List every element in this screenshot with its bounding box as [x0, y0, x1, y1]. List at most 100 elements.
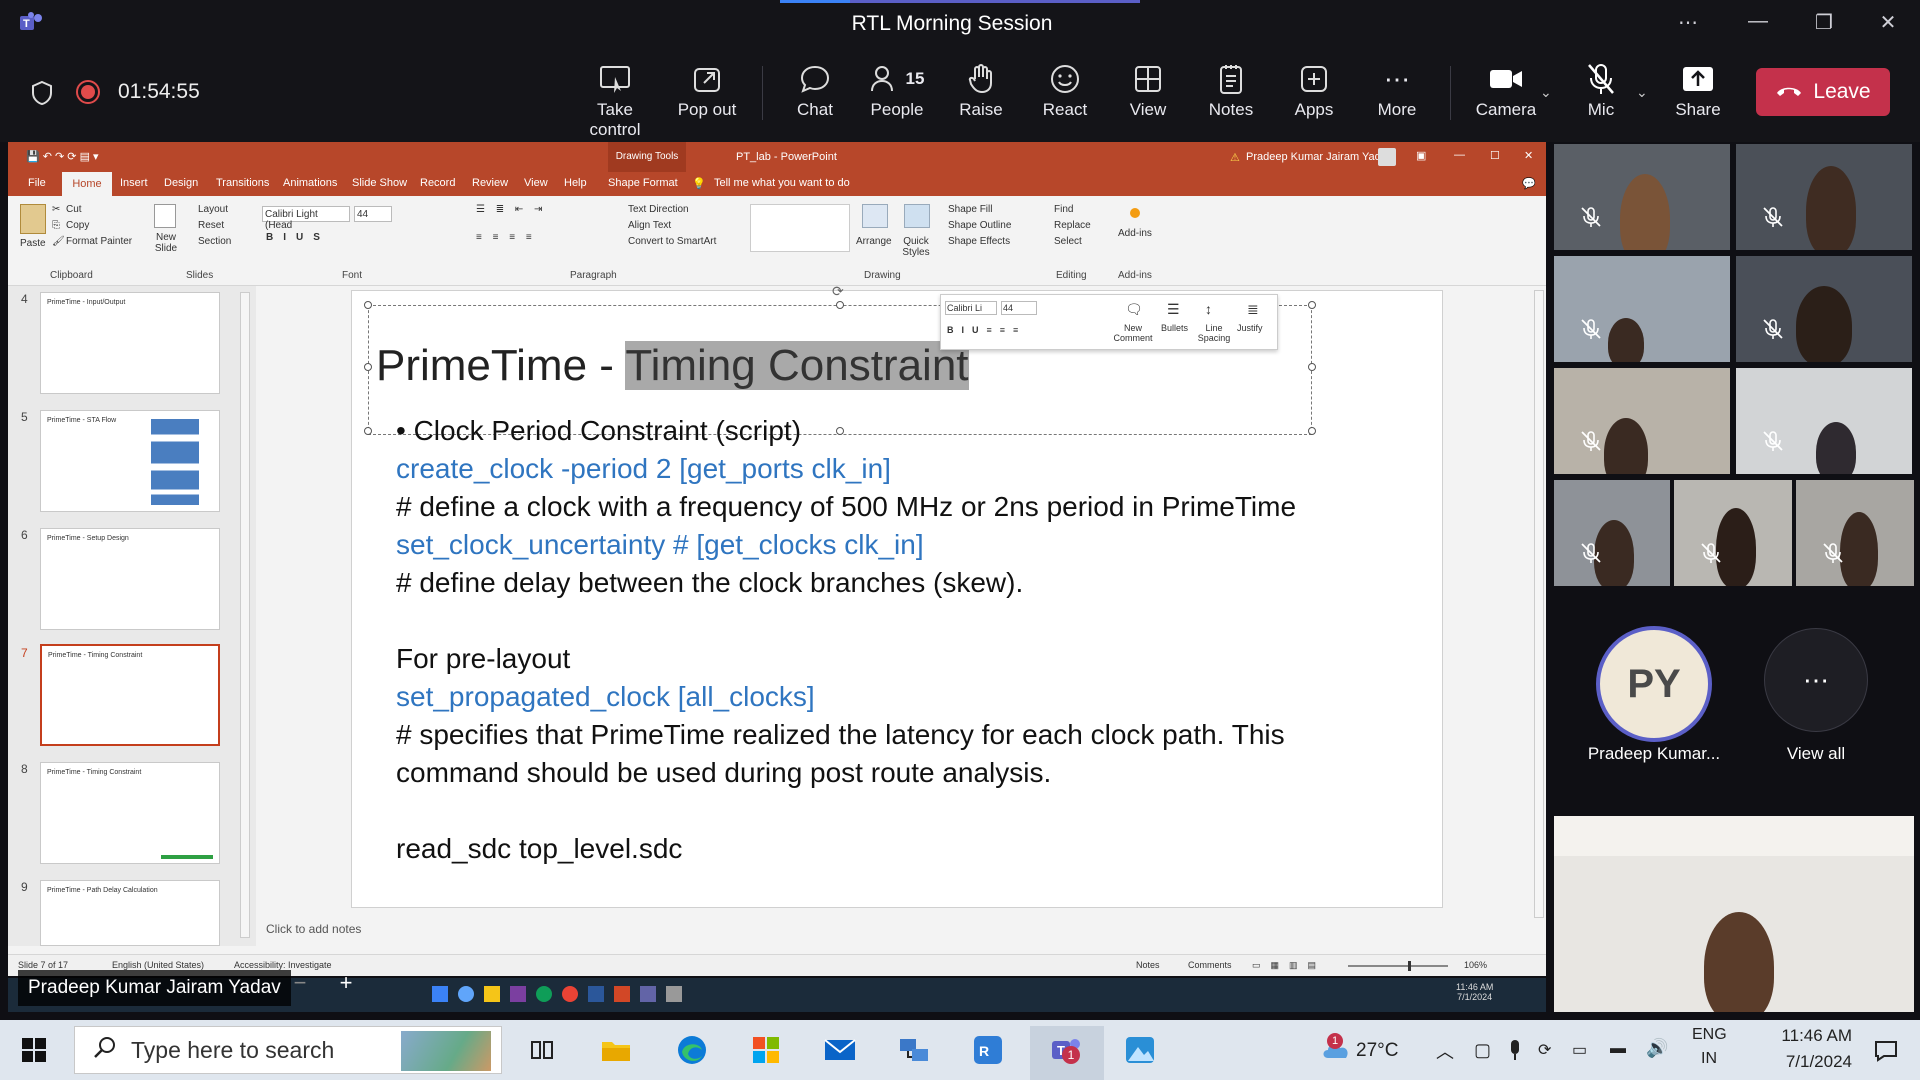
tab-transitions[interactable]: Transitions — [216, 177, 269, 189]
more-button[interactable]: ⋯ More — [1352, 58, 1442, 134]
tab-animations[interactable]: Animations — [283, 177, 337, 189]
tab-view[interactable]: View — [524, 177, 548, 189]
resize-handle[interactable] — [1308, 427, 1316, 435]
shape-fill-button[interactable]: Shape Fill — [948, 204, 992, 215]
new-comment-button[interactable]: New Comment — [1113, 323, 1153, 343]
tab-help[interactable]: Help — [564, 177, 587, 189]
section-button[interactable]: Section — [198, 236, 231, 247]
reset-button[interactable]: Reset — [198, 220, 224, 231]
participant-video-tile[interactable] — [1554, 144, 1730, 250]
paste-icon[interactable] — [20, 204, 46, 234]
format-painter-button[interactable]: Format Painter — [66, 236, 132, 247]
align-buttons[interactable]: ≡ ≡ ≡ ≡ — [476, 232, 536, 243]
leave-button[interactable]: Leave — [1756, 68, 1890, 116]
camera-options-chevron-icon[interactable]: ⌄ — [1540, 84, 1552, 101]
ppt-quick-access-icon[interactable]: 💾 ↶ ↷ ⟳ ▤ ▾ — [26, 150, 99, 163]
paste-button[interactable]: Paste — [20, 238, 46, 249]
take-control-button[interactable]: Take control — [570, 58, 660, 139]
more-options-icon[interactable]: ⋯ — [1676, 10, 1700, 35]
tray-app-icon[interactable]: ▢ — [1474, 1040, 1491, 1061]
presenter-avatar[interactable]: PY — [1596, 626, 1712, 742]
add-ins-icon[interactable] — [1130, 208, 1140, 218]
add-ins-button[interactable]: Add-ins — [1118, 228, 1152, 239]
tab-slide-show[interactable]: Slide Show — [352, 177, 407, 189]
share-button[interactable]: Share — [1653, 58, 1743, 134]
shape-outline-button[interactable]: Shape Outline — [948, 220, 1011, 231]
quick-styles-button[interactable]: Quick Styles — [896, 236, 936, 258]
participant-video-tile[interactable] — [1736, 368, 1912, 474]
battery-icon[interactable]: ▬ — [1610, 1040, 1626, 1058]
comments-toggle[interactable]: Comments — [1188, 960, 1232, 970]
zoom-in-icon[interactable]: + — [328, 970, 364, 1006]
notes-placeholder[interactable]: Click to add notes — [266, 922, 361, 936]
arrange-button[interactable]: Arrange — [856, 236, 892, 247]
tab-insert[interactable]: Insert — [120, 177, 148, 189]
resize-handle[interactable] — [364, 427, 372, 435]
slide-thumbnail[interactable]: PrimeTime - Input/Output — [40, 292, 220, 394]
photos-icon[interactable] — [1118, 1030, 1162, 1070]
notifications-icon[interactable] — [1874, 1040, 1898, 1067]
input-language[interactable]: ENG IN — [1692, 1026, 1727, 1068]
restore-icon[interactable]: ❐ — [1812, 10, 1836, 35]
resize-handle[interactable] — [1308, 363, 1316, 371]
arrange-icon[interactable] — [862, 204, 888, 228]
zoom-out-icon[interactable]: − — [282, 970, 318, 1006]
slide-thumbnail[interactable]: PrimeTime - Setup Design — [40, 528, 220, 630]
microsoft-store-icon[interactable] — [744, 1030, 788, 1070]
shape-effects-button[interactable]: Shape Effects — [948, 236, 1010, 247]
taskbar-clock[interactable]: 11:46 AM 7/1/2024 — [1748, 1026, 1852, 1072]
participant-video-tile[interactable] — [1736, 256, 1912, 362]
zoom-slider[interactable] — [1348, 961, 1448, 971]
react-button[interactable]: React — [1020, 58, 1110, 134]
ppt-minimize-icon[interactable]: — — [1454, 149, 1465, 161]
pop-out-button[interactable]: Pop out — [662, 58, 752, 134]
participant-video-tile[interactable] — [1736, 144, 1912, 250]
tab-design[interactable]: Design — [164, 177, 198, 189]
mini-font-select[interactable]: Calibri Li — [945, 301, 997, 315]
slide-thumbnail[interactable]: PrimeTime - STA Flow — [40, 410, 220, 512]
shapes-gallery[interactable] — [750, 204, 850, 252]
text-direction-button[interactable]: Text Direction — [628, 204, 689, 215]
tell-me-search[interactable]: Tell me what you want to do — [714, 177, 850, 189]
resize-handle[interactable] — [1308, 301, 1316, 309]
align-text-button[interactable]: Align Text — [628, 220, 671, 231]
view-all-button[interactable]: ⋯ — [1764, 628, 1868, 732]
remote-app-icon[interactable]: R — [966, 1030, 1010, 1070]
resize-handle[interactable] — [836, 427, 844, 435]
accessibility-status[interactable]: Accessibility: Investigate — [234, 960, 332, 970]
new-slide-button[interactable]: New Slide — [146, 232, 186, 254]
participant-video-tile[interactable] — [1554, 480, 1670, 586]
convert-smartart-button[interactable]: Convert to SmartArt — [628, 236, 716, 247]
mic-button[interactable]: Mic — [1556, 58, 1646, 134]
minimize-icon[interactable]: — — [1746, 10, 1770, 33]
layout-button[interactable]: Layout — [198, 204, 228, 215]
task-view-icon[interactable] — [520, 1030, 564, 1070]
replace-button[interactable]: Replace — [1054, 220, 1091, 231]
slide-thumbnail-selected[interactable]: PrimeTime - Timing Constraint — [40, 644, 220, 746]
people-button[interactable]: 15 People — [852, 58, 942, 134]
tray-display-icon[interactable]: ▭ — [1572, 1040, 1587, 1060]
resize-handle[interactable] — [364, 301, 372, 309]
mic-options-chevron-icon[interactable]: ⌄ — [1636, 84, 1648, 101]
slide-title[interactable]: PrimeTime - Timing Constraint — [376, 341, 969, 391]
slide-canvas[interactable]: ⟳ PrimeTime - Timing Constraint • Clock … — [351, 283, 1443, 908]
mini-size-select[interactable]: 44 — [1001, 301, 1037, 315]
close-icon[interactable]: ✕ — [1876, 10, 1900, 35]
quick-styles-icon[interactable] — [904, 204, 930, 228]
chat-button[interactable]: Chat — [770, 58, 860, 134]
resize-handle[interactable] — [364, 363, 372, 371]
apps-button[interactable]: Apps — [1269, 58, 1359, 134]
new-slide-icon[interactable] — [154, 204, 176, 228]
ppt-close-icon[interactable]: ✕ — [1524, 149, 1533, 162]
ribbon-display-icon[interactable]: ▣ — [1416, 149, 1426, 162]
slide-scrollbar[interactable] — [1534, 290, 1544, 918]
select-button[interactable]: Select — [1054, 236, 1082, 247]
mini-style-buttons[interactable]: BIU≡≡≡ — [947, 325, 1026, 335]
rotate-handle-icon[interactable]: ⟳ — [832, 283, 844, 300]
tray-sync-icon[interactable]: ⟳ — [1538, 1040, 1551, 1060]
windows-start-icon[interactable] — [22, 1038, 46, 1067]
slide-thumbnail[interactable]: PrimeTime - Timing Constraint — [40, 762, 220, 864]
thumbnail-scrollbar[interactable] — [240, 292, 250, 938]
edge-icon[interactable] — [670, 1030, 714, 1070]
view-button[interactable]: View — [1103, 58, 1193, 134]
